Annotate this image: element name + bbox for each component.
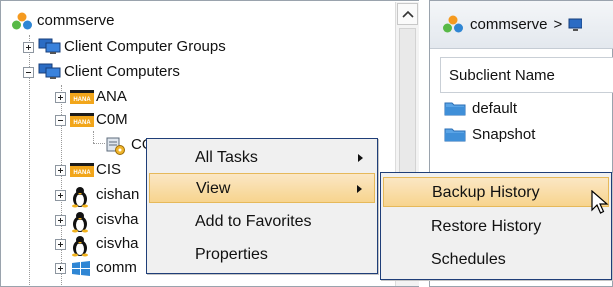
- computer-icon: [568, 18, 583, 31]
- expand-icon[interactable]: [55, 189, 66, 201]
- folder-icon: [444, 100, 466, 116]
- subclient-label: default: [472, 99, 518, 117]
- hana-icon: HANA: [70, 161, 94, 179]
- menu-item-label: Properties: [195, 246, 268, 263]
- chevron-up-icon: [402, 10, 414, 18]
- menu-item-view[interactable]: View: [149, 173, 375, 203]
- linux-icon: [70, 186, 92, 208]
- submenu-arrow-icon: [357, 185, 362, 193]
- tree-item-cisvha[interactable]: cisvha: [55, 208, 139, 233]
- menu-item-backup-history[interactable]: Backup History: [383, 177, 609, 207]
- tree-line: [93, 131, 94, 143]
- tree-line: [93, 143, 105, 144]
- tree-item-com[interactable]: HANA C0M: [55, 108, 128, 132]
- column-header-subclient-name[interactable]: Subclient Name: [440, 57, 613, 93]
- subclient-row-snapshot[interactable]: Snapshot: [444, 121, 535, 147]
- breadcrumb: commserve >: [430, 1, 613, 49]
- expand-icon[interactable]: [55, 91, 66, 103]
- tree-item-cisvha-2[interactable]: cisvha: [55, 232, 139, 257]
- tree-item-cis[interactable]: HANA CIS: [55, 158, 121, 182]
- expand-icon[interactable]: [55, 164, 66, 176]
- menu-item-label: Add to Favorites: [195, 213, 312, 230]
- tree-root-commserve[interactable]: commserve: [11, 9, 115, 33]
- hana-icon: HANA: [70, 111, 94, 129]
- menu-item-properties[interactable]: Properties: [149, 240, 375, 270]
- instance-icon: [105, 136, 127, 155]
- breadcrumb-commserve[interactable]: commserve: [470, 16, 548, 33]
- menu-item-label: Backup History: [432, 184, 540, 201]
- scroll-up-button[interactable]: [397, 3, 418, 25]
- mouse-cursor-icon: [591, 190, 609, 214]
- commserve-icon: [443, 15, 463, 32]
- view-submenu: Backup History Restore History Schedules: [380, 172, 612, 280]
- menu-item-schedules[interactable]: Schedules: [383, 245, 609, 275]
- commserve-icon: [11, 12, 33, 30]
- computer-group-icon: [38, 38, 61, 56]
- svg-text:HANA: HANA: [73, 170, 91, 176]
- menu-item-add-to-favorites[interactable]: Add to Favorites: [149, 207, 375, 237]
- collapse-icon[interactable]: [23, 66, 34, 78]
- linux-icon: [70, 235, 92, 257]
- tree-item-ana[interactable]: HANA ANA: [55, 85, 127, 109]
- svg-text:HANA: HANA: [73, 97, 91, 103]
- expand-icon[interactable]: [23, 41, 34, 53]
- tree-item-comm[interactable]: comm: [55, 256, 137, 280]
- windows-icon: [70, 259, 92, 277]
- svg-text:HANA: HANA: [73, 120, 91, 126]
- subclient-row-default[interactable]: default: [444, 95, 517, 121]
- menu-item-label: Restore History: [431, 218, 542, 235]
- menu-item-label: All Tasks: [195, 149, 258, 166]
- collapse-icon[interactable]: [55, 114, 66, 126]
- context-menu: All Tasks View Add to Favorites Properti…: [146, 138, 378, 274]
- computers-icon: [38, 63, 61, 81]
- expand-icon[interactable]: [55, 238, 66, 250]
- subclient-label: Snapshot: [472, 125, 536, 143]
- breadcrumb-separator: >: [553, 16, 563, 33]
- menu-item-all-tasks[interactable]: All Tasks: [149, 143, 375, 173]
- linux-icon: [70, 211, 92, 233]
- folder-icon: [444, 126, 466, 142]
- expand-icon[interactable]: [55, 262, 66, 274]
- expand-icon[interactable]: [55, 214, 66, 226]
- tree-item-cishan[interactable]: cishan: [55, 183, 139, 208]
- menu-item-restore-history[interactable]: Restore History: [383, 212, 609, 242]
- tree-item-client-computer-groups[interactable]: Client Computer Groups: [23, 35, 226, 59]
- menu-item-label: View: [196, 180, 231, 197]
- submenu-arrow-icon: [358, 154, 363, 162]
- menu-item-label: Schedules: [431, 251, 506, 268]
- hana-icon: HANA: [70, 88, 94, 106]
- tree-item-client-computers[interactable]: Client Computers: [23, 60, 180, 84]
